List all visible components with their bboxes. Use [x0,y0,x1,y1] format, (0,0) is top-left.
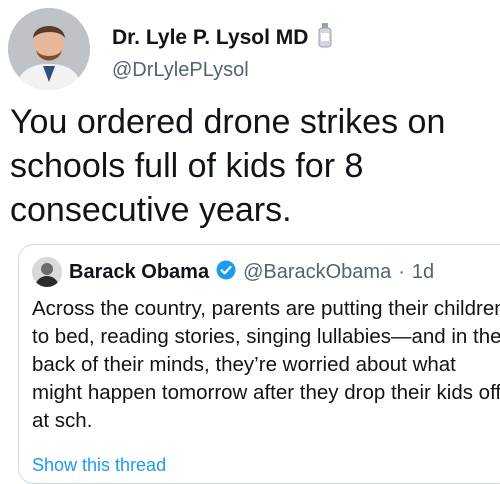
quoted-tweet-header: Barack Obama @BarackObama · 1d [32,257,434,287]
author-name[interactable]: Dr. Lyle P. Lysol MD [112,26,308,50]
quoted-author-handle[interactable]: @BarackObama [243,261,391,284]
author-handle[interactable]: @DrLylePLysol [112,59,249,82]
tweet-text: You ordered drone strikes on schools ful… [10,103,446,229]
author-avatar-image [8,8,90,90]
verified-badge-icon [216,260,236,285]
quoted-tweet-text: Across the country, parents are putting … [32,297,500,432]
author-avatar[interactable] [8,8,90,90]
quoted-tweet-time[interactable]: 1d [412,261,434,284]
bottle-icon [316,22,334,53]
show-thread-link[interactable]: Show this thread [32,455,166,476]
quoted-author-avatar-image [32,257,62,287]
quoted-author-avatar[interactable] [32,257,62,287]
author-name-row: Dr. Lyle P. Lysol MD [112,22,334,53]
quoted-author-name[interactable]: Barack Obama [69,261,209,284]
quoted-tweet-card[interactable]: Barack Obama @BarackObama · 1d Across th… [18,244,500,484]
separator-dot: · [398,260,405,283]
